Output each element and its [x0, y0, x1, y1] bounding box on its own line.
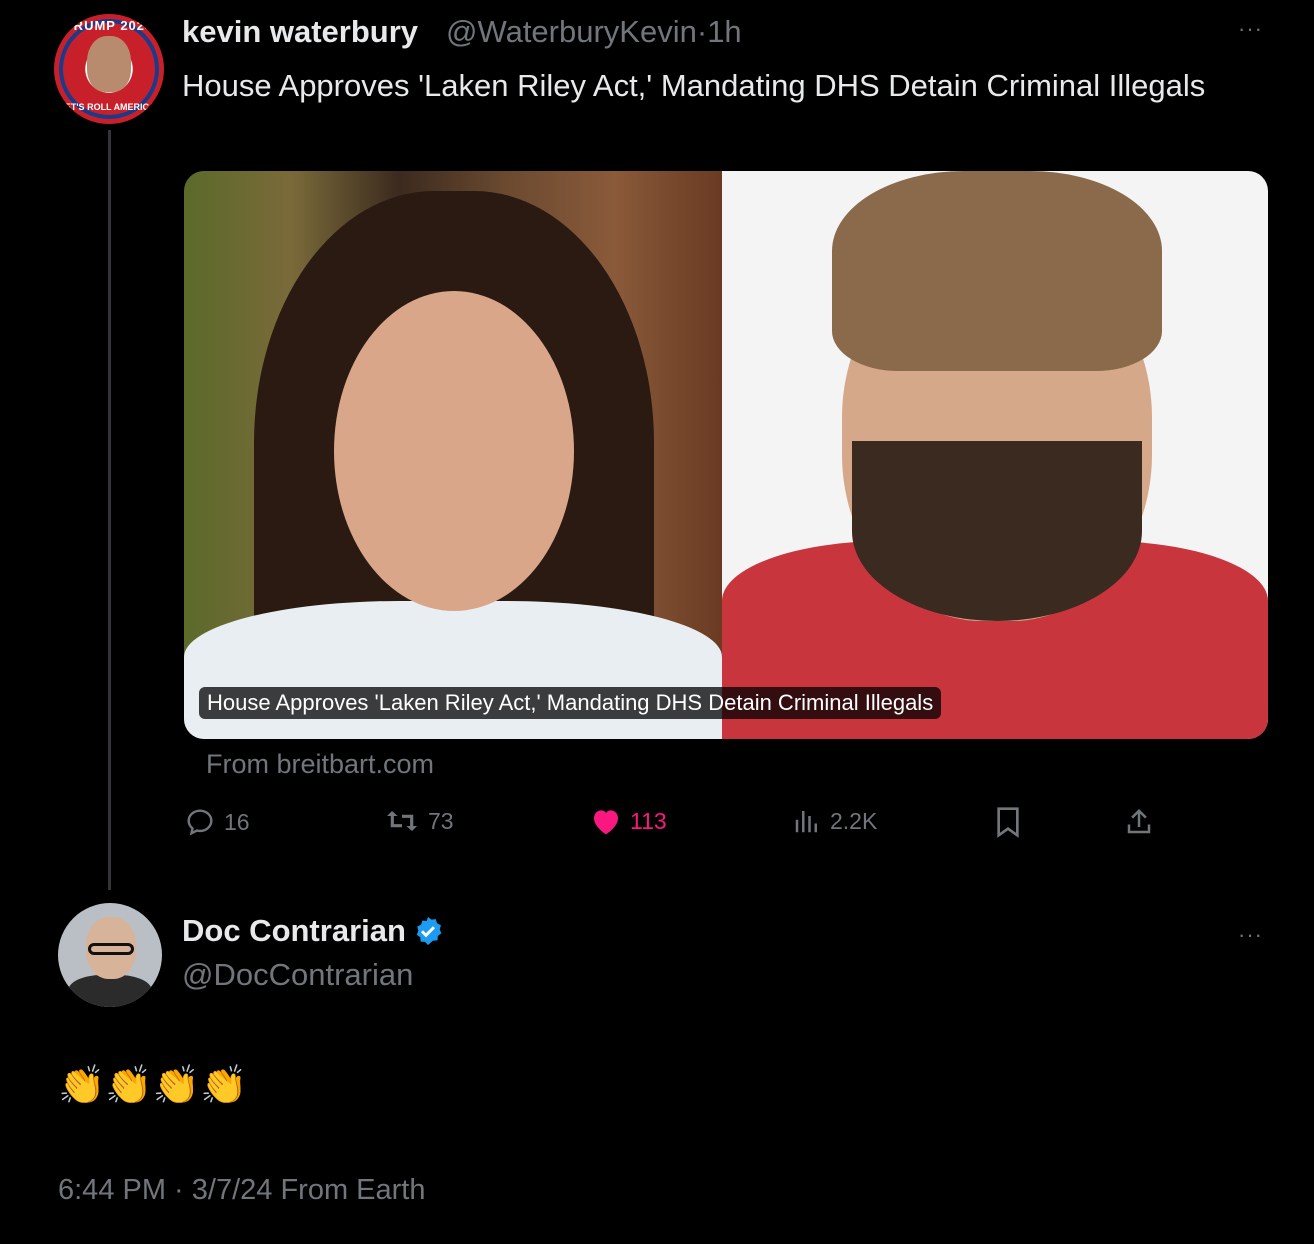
display-name[interactable]: Doc Contrarian	[182, 913, 406, 949]
avatar-badge-text-bottom: LET'S ROLL AMERICA!	[59, 102, 159, 112]
reply-text: 👏👏👏👏	[58, 1065, 248, 1107]
like-count: 113	[630, 807, 667, 834]
bookmark-button[interactable]	[994, 806, 1022, 838]
reply-button[interactable]: 16	[184, 806, 250, 838]
thread-connector-line	[108, 130, 111, 890]
heart-icon	[594, 810, 618, 835]
like-button[interactable]: 113	[590, 806, 667, 836]
views-icon	[795, 811, 817, 833]
share-button[interactable]	[1124, 806, 1154, 838]
card-source[interactable]: From breitbart.com	[206, 749, 434, 780]
display-name[interactable]: kevin waterbury	[182, 14, 418, 50]
card-caption: House Approves 'Laken Riley Act,' Mandat…	[199, 687, 942, 719]
repost-count: 73	[428, 807, 454, 834]
avatar-coat	[68, 975, 152, 1007]
handle-and-age[interactable]: @WaterburyKevin·1h	[446, 14, 742, 50]
reply-icon	[187, 809, 213, 836]
views-button[interactable]: 2.2K	[792, 806, 877, 836]
card-image-left	[184, 171, 722, 739]
repost-icon	[387, 811, 417, 831]
link-card[interactable]: House Approves 'Laken Riley Act,' Mandat…	[184, 171, 1268, 739]
repost-button[interactable]: 73	[384, 806, 454, 836]
timestamp[interactable]: 6:44 PM · 3/7/24 From Earth	[58, 1174, 425, 1207]
bookmark-icon	[997, 807, 1019, 838]
display-name-row[interactable]: Doc Contrarian	[182, 913, 444, 949]
card-image-right	[722, 171, 1268, 739]
avatar-face	[87, 36, 131, 92]
more-icon[interactable]: ···	[1238, 922, 1263, 948]
tweet-text: House Approves 'Laken Riley Act,' Mandat…	[182, 68, 1206, 103]
avatar-glasses	[88, 943, 134, 955]
handle[interactable]: @WaterburyKevin	[446, 14, 697, 49]
action-bar: 16 73 113 2.2K	[184, 806, 1274, 842]
avatar-badge-text-top: TRUMP 2024	[64, 18, 154, 33]
share-icon	[1127, 808, 1151, 834]
reply-count: 16	[224, 808, 250, 835]
verified-badge-icon[interactable]	[412, 915, 444, 947]
post-age[interactable]: 1h	[707, 14, 741, 49]
avatar-kevin-waterbury[interactable]: TRUMP 2024 LET'S ROLL AMERICA!	[54, 14, 164, 124]
views-count: 2.2K	[830, 807, 878, 834]
handle[interactable]: @DocContrarian	[182, 957, 413, 993]
separator: ·	[696, 14, 708, 49]
more-icon[interactable]: ···	[1238, 16, 1263, 42]
avatar-doc-contrarian[interactable]	[58, 903, 162, 1007]
